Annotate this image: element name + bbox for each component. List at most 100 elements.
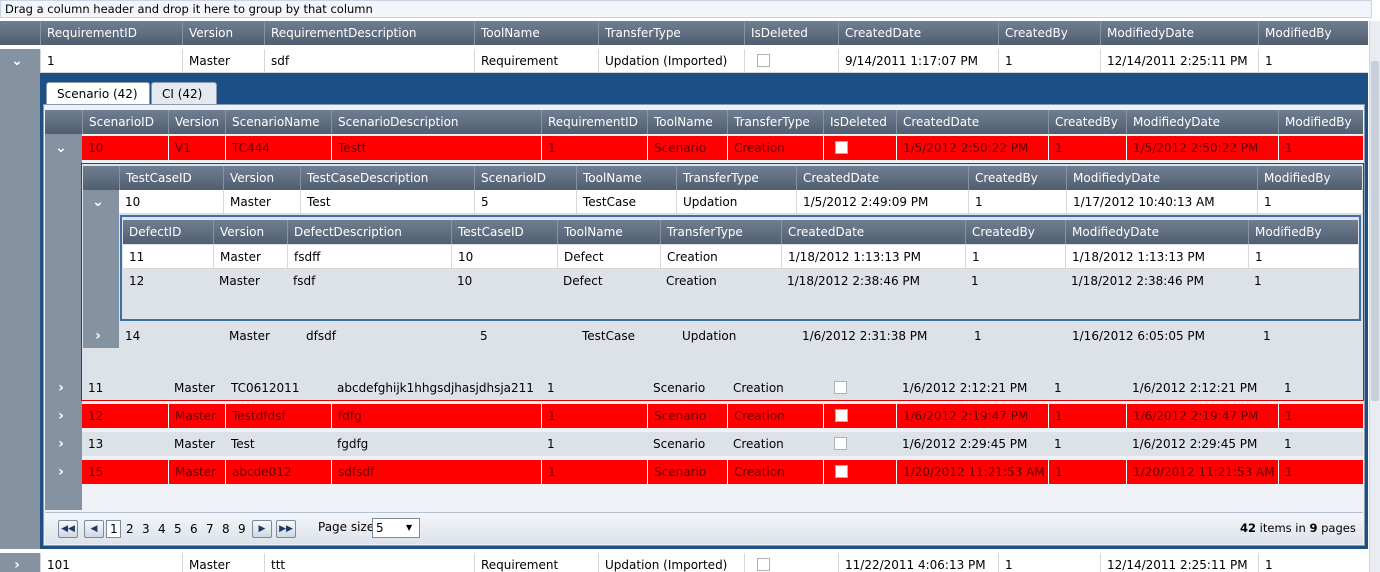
cell-toolname: Scenario	[647, 404, 727, 428]
cell-testcaseid: 10	[457, 274, 473, 288]
isdeleted-checkbox[interactable]	[835, 141, 848, 154]
col-header-testcaseid[interactable]: TestCaseID	[451, 220, 557, 244]
page-link[interactable]: 7	[206, 522, 214, 536]
col-header-modifiedby[interactable]: ModifiedBy	[1257, 166, 1362, 190]
cell-toolname: Requirement	[474, 49, 598, 73]
col-header-testcasedescription[interactable]: TestCaseDescription	[300, 166, 474, 190]
tab-scenario[interactable]: Scenario (42)	[46, 82, 150, 104]
cell-modifiedby: 1	[1278, 136, 1363, 160]
col-header-transfertype[interactable]: TransferType	[676, 166, 796, 190]
col-header-createddate[interactable]: CreatedDate	[896, 110, 1048, 134]
requirement-row[interactable]: › 101 Master ttt Requirement Updation (I…	[0, 553, 1368, 572]
requirement-row[interactable]: ⌄ 1 Master sdf Requirement Updation (Imp…	[0, 49, 1368, 73]
chevron-down-icon[interactable]: ⌄	[8, 52, 26, 70]
col-header-isdeleted[interactable]: IsDeleted	[744, 21, 838, 45]
col-header-scenarioid[interactable]: ScenarioID	[474, 166, 576, 190]
scenario-row[interactable]: 15 Master abcde012 sdfsdf 1 Scenario Cre…	[82, 460, 1363, 484]
page-link[interactable]: 3	[142, 522, 150, 536]
scenario-row[interactable]: 10 V1 TC444 Testt 1 Scenario Creation 1/…	[82, 136, 1363, 160]
detail-indent	[0, 73, 40, 549]
col-header-modifiedydate[interactable]: ModifiedyDate	[1126, 110, 1278, 134]
cell-toolname: Defect	[563, 274, 603, 288]
scrollbar-thumb[interactable]	[1371, 61, 1379, 401]
last-page-button[interactable]: ▶▶	[276, 520, 296, 538]
chevron-right-icon[interactable]: ›	[52, 435, 70, 453]
cell-toolname: Scenario	[647, 136, 727, 160]
col-header-toolname[interactable]: ToolName	[474, 21, 598, 45]
page-link[interactable]: 2	[126, 522, 134, 536]
col-header-requirementid[interactable]: RequirementID	[40, 21, 182, 45]
col-header-isdeleted[interactable]: IsDeleted	[823, 110, 896, 134]
col-header-createddate[interactable]: CreatedDate	[838, 21, 998, 45]
col-header-version[interactable]: Version	[168, 110, 225, 134]
page-link[interactable]: 8	[222, 522, 230, 536]
vertical-scrollbar[interactable]	[1369, 21, 1380, 572]
col-header-transfertype[interactable]: TransferType	[727, 110, 823, 134]
page-link[interactable]: 1	[110, 522, 118, 536]
col-header-toolname[interactable]: ToolName	[557, 220, 660, 244]
col-header-createdby[interactable]: CreatedBy	[998, 21, 1100, 45]
chevron-down-icon[interactable]: ⌄	[52, 139, 70, 157]
col-header-requirementid[interactable]: RequirementID	[541, 110, 647, 134]
scenario-row[interactable]: 12 Master Testdfdsf fdfg 1 Scenario Crea…	[82, 404, 1363, 428]
page-link[interactable]: 5	[174, 522, 182, 536]
scenario-row[interactable]: 11 Master TC0612011 abcdefghijk1hhgsdjha…	[82, 376, 1363, 400]
testcase-row[interactable]: 10 Master Test 5 TestCase Updation 1/5/2…	[119, 190, 1362, 214]
cell-createdby: 1	[1048, 404, 1126, 428]
chevron-right-icon[interactable]: ›	[52, 407, 70, 425]
next-page-button[interactable]: ▶	[252, 520, 272, 538]
page-link[interactable]: 4	[158, 522, 166, 536]
cell-createddate: 1/6/2012 2:19:47 PM	[896, 404, 1048, 428]
isdeleted-checkbox[interactable]	[834, 437, 847, 450]
col-header-createddate[interactable]: CreatedDate	[796, 166, 968, 190]
page-link[interactable]: 9	[238, 522, 246, 536]
chevron-down-icon[interactable]: ⌄	[89, 193, 107, 211]
col-header-scenarioid[interactable]: ScenarioID	[82, 110, 168, 134]
isdeleted-checkbox[interactable]	[757, 558, 770, 571]
previous-page-button[interactable]: ◀	[84, 520, 104, 538]
col-header-defectdescription[interactable]: DefectDescription	[287, 220, 451, 244]
col-header-version[interactable]: Version	[182, 21, 264, 45]
page-link[interactable]: 6	[190, 522, 198, 536]
cell-toolname: Defect	[557, 245, 660, 269]
isdeleted-checkbox[interactable]	[835, 409, 848, 422]
testcase-row[interactable]: 14 Master dfsdf 5 TestCase Updation 1/6/…	[119, 324, 1362, 348]
scenario-row[interactable]: 13 Master Test fgdfg 1 Scenario Creation…	[82, 432, 1363, 456]
cell-toolname: TestCase	[582, 329, 635, 343]
col-header-toolname[interactable]: ToolName	[576, 166, 676, 190]
col-header-testcaseid[interactable]: TestCaseID	[119, 166, 223, 190]
col-header-createdby[interactable]: CreatedBy	[1048, 110, 1126, 134]
chevron-right-icon[interactable]: ›	[52, 463, 70, 481]
col-header-createddate[interactable]: CreatedDate	[781, 220, 965, 244]
col-header-requirementdescription[interactable]: RequirementDescription	[264, 21, 474, 45]
col-header-modifiedydate[interactable]: ModifiedyDate	[1100, 21, 1258, 45]
isdeleted-checkbox[interactable]	[835, 465, 848, 478]
col-header-createdby[interactable]: CreatedBy	[965, 220, 1065, 244]
col-header-modifiedydate[interactable]: ModifiedyDate	[1065, 220, 1248, 244]
col-header-modifiedydate[interactable]: ModifiedyDate	[1066, 166, 1257, 190]
col-header-modifiedby[interactable]: ModifiedBy	[1258, 21, 1368, 45]
col-header-version[interactable]: Version	[213, 220, 287, 244]
isdeleted-checkbox[interactable]	[757, 54, 770, 67]
col-header-scenarioname[interactable]: ScenarioName	[225, 110, 331, 134]
chevron-right-icon[interactable]: ›	[52, 379, 70, 397]
chevron-right-icon[interactable]: ›	[8, 556, 26, 572]
chevron-right-icon[interactable]: ›	[89, 327, 107, 345]
cell-requirementid: 1	[547, 437, 555, 451]
col-header-modifiedby[interactable]: ModifiedBy	[1278, 110, 1363, 134]
col-header-transfertype[interactable]: TransferType	[660, 220, 781, 244]
col-header-scenariodescription[interactable]: ScenarioDescription	[331, 110, 541, 134]
defect-row[interactable]: 11 Master fsdff 10 Defect Creation 1/18/…	[123, 245, 1358, 269]
group-by-panel[interactable]: Drag a column header and drop it here to…	[0, 0, 1372, 18]
col-header-transfertype[interactable]: TransferType	[598, 21, 744, 45]
isdeleted-checkbox[interactable]	[834, 381, 847, 394]
page-size-select[interactable]: 5 ▼	[372, 518, 420, 538]
tab-ci[interactable]: CI (42)	[151, 82, 217, 104]
col-header-modifiedby[interactable]: ModifiedBy	[1248, 220, 1358, 244]
col-header-defectid[interactable]: DefectID	[123, 220, 213, 244]
col-header-toolname[interactable]: ToolName	[647, 110, 727, 134]
defect-row[interactable]: 12 Master fsdf 10 Defect Creation 1/18/2…	[123, 269, 1358, 293]
col-header-version[interactable]: Version	[223, 166, 300, 190]
col-header-createdby[interactable]: CreatedBy	[968, 166, 1066, 190]
first-page-button[interactable]: ◀◀	[58, 520, 78, 538]
